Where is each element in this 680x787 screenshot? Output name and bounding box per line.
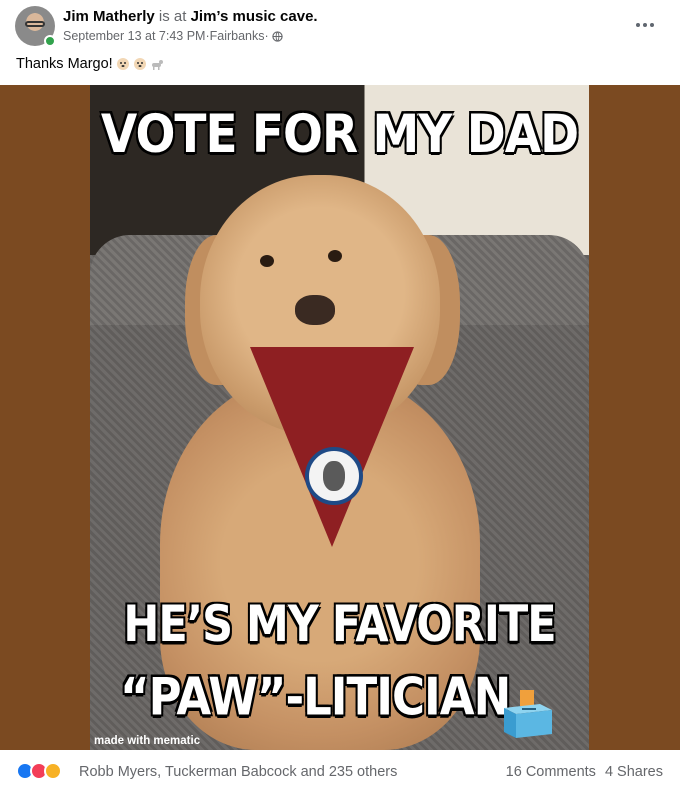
post-photo[interactable]: VOTE FOR MY DAD HE’S MY FAVORITE “PAW”-L… [90, 85, 589, 750]
status-connector: is at [154, 8, 191, 25]
reaction-icons[interactable] [16, 762, 76, 782]
globe-icon [272, 30, 283, 42]
meme-top-text: VOTE FOR MY DAD [100, 103, 579, 166]
dot-icon [636, 23, 640, 27]
dog-emoji [151, 60, 163, 70]
dog-face-emoji [116, 58, 129, 70]
caption-text: Thanks Margo! [16, 56, 113, 72]
dot-icon [650, 23, 654, 27]
author-name[interactable]: Jim Matherly [63, 8, 155, 25]
meta-separator: · [264, 29, 269, 43]
place-link[interactable]: Fairbanks [210, 29, 265, 43]
dog-face-emoji [133, 58, 146, 70]
watermark: made with mematic [94, 735, 201, 747]
reactors-link[interactable]: Robb Myers, Tuckerman Babcock and 235 ot… [79, 764, 397, 780]
post-meta: September 13 at 7:43 PM · Fairbanks · [63, 29, 283, 43]
dot-icon [643, 23, 647, 27]
dog-eye [260, 255, 274, 267]
campaign-button-pin [305, 447, 363, 505]
timestamp-link[interactable]: September 13 at 7:43 PM [63, 29, 205, 43]
more-options-button[interactable] [632, 12, 658, 38]
post-title: Jim Matherly is at Jim’s music cave. [63, 8, 318, 25]
ballot-box-icon [504, 690, 552, 738]
shares-count-link[interactable]: 4 Shares [605, 764, 663, 780]
post-footer: Robb Myers, Tuckerman Babcock and 235 ot… [0, 750, 680, 787]
post-header: Jim Matherly is at Jim’s music cave. Sep… [0, 0, 680, 54]
engagement-counts: 16 Comments 4 Shares [506, 764, 663, 780]
online-status-icon [44, 35, 56, 47]
dog-nose [295, 295, 335, 325]
meme-bottom-line-2: “PAW”-LITICIAN [120, 666, 511, 727]
comments-count-link[interactable]: 16 Comments [506, 764, 596, 780]
meme-bottom-line-1: HE’S MY FAVORITE [123, 596, 556, 654]
haha-icon [44, 762, 62, 780]
dog-eye [328, 250, 342, 262]
location-link[interactable]: Jim’s music cave. [191, 8, 318, 25]
post-caption: Thanks Margo! [16, 56, 164, 72]
